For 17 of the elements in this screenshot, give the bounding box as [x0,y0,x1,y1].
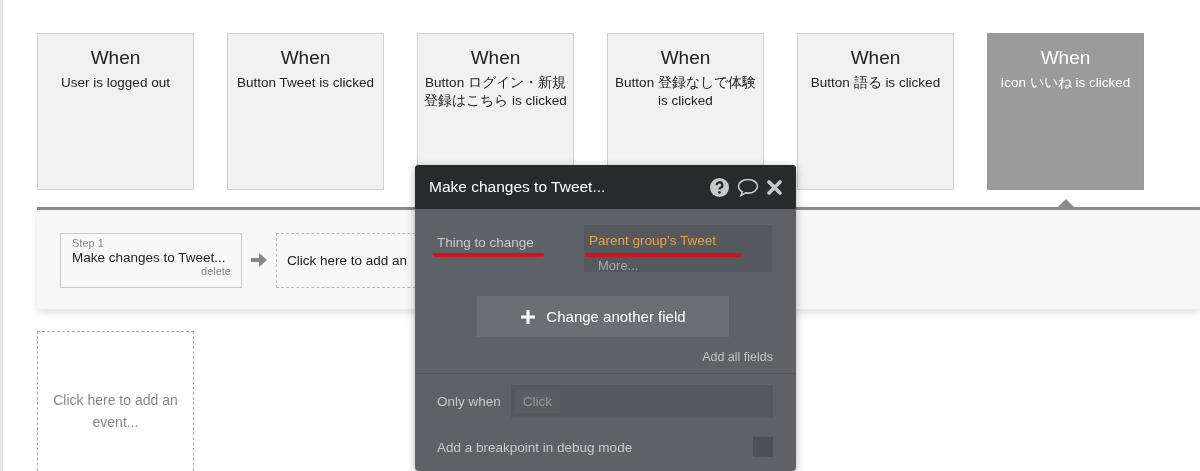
help-icon[interactable] [710,177,729,197]
action-step[interactable]: Step 1 Make changes to Tweet... delete [60,233,242,288]
add-all-fields-link[interactable]: Add all fields [415,350,773,364]
comment-icon[interactable] [737,177,759,197]
arrow-icon [251,253,267,267]
close-icon[interactable] [767,179,782,195]
change-field-button[interactable]: Change another field [477,296,729,337]
event-card[interactable]: When Button Tweet is clicked [227,33,384,190]
step-label: Step 1 [72,237,105,249]
step-title: Make changes to Tweet... [72,250,227,265]
event-card[interactable]: When User is logged out [37,33,194,190]
add-event-slot[interactable]: Click here to add an event... [37,331,194,471]
breakpoint-label: Add a breakpoint in debug mode [437,439,633,455]
plus-icon [520,308,537,325]
condition-label: Only when [437,394,501,409]
event-card[interactable]: When Button 語る is clicked [797,33,954,190]
delete-link[interactable]: delete [201,265,231,277]
